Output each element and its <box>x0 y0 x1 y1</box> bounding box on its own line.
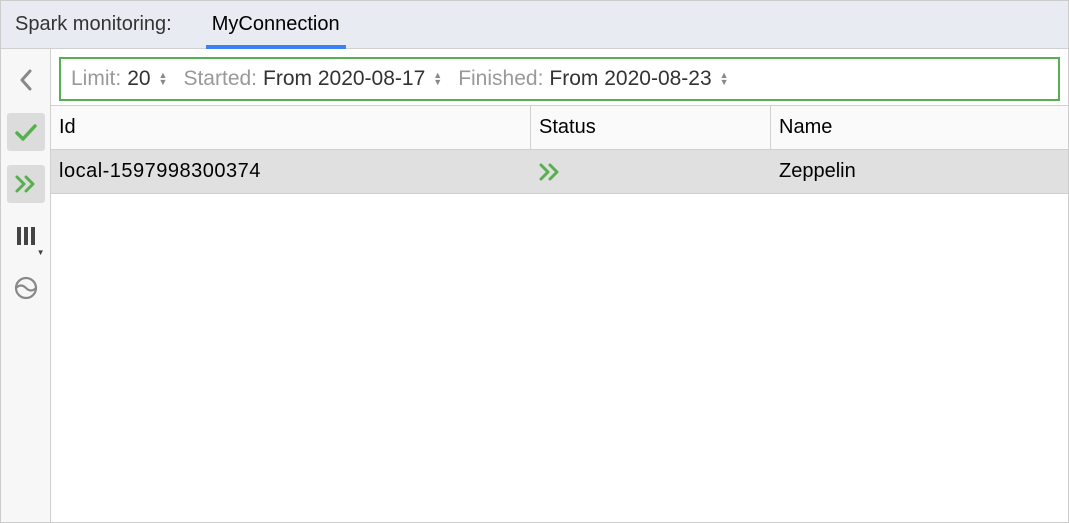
main-area: ▼ Limit: 20 ▲▼ Started: From 2020-08-17 … <box>1 49 1068 522</box>
columns-button[interactable]: ▼ <box>7 217 45 255</box>
chevron-left-icon <box>19 69 33 91</box>
check-button[interactable] <box>7 113 45 151</box>
running-icon <box>539 163 561 181</box>
finished-stepper[interactable]: ▲▼ <box>720 72 729 86</box>
started-stepper[interactable]: ▲▼ <box>433 72 442 86</box>
check-icon <box>14 122 38 142</box>
limit-label: Limit: <box>71 67 121 91</box>
globe-button[interactable] <box>7 269 45 307</box>
row-status <box>531 150 771 193</box>
row-name: Zeppelin <box>771 150 1068 193</box>
double-arrow-right-icon <box>15 175 37 193</box>
header-bar: Spark monitoring: MyConnection <box>1 1 1068 49</box>
finished-label: Finished: <box>458 67 543 91</box>
limit-stepper[interactable]: ▲▼ <box>159 72 168 86</box>
header-name[interactable]: Name <box>771 106 1068 149</box>
started-value: From 2020-08-17 <box>263 67 425 91</box>
panel-title: Spark monitoring: <box>15 13 172 36</box>
started-label: Started: <box>183 67 257 91</box>
header-id[interactable]: Id <box>51 106 531 149</box>
finished-value: From 2020-08-23 <box>549 67 711 91</box>
header-status[interactable]: Status <box>531 106 771 149</box>
table-header: Id Status Name <box>51 105 1068 150</box>
tab-connection[interactable]: MyConnection <box>202 1 350 48</box>
back-button[interactable] <box>7 61 45 99</box>
left-toolbar: ▼ <box>1 49 51 522</box>
dropdown-arrow-icon: ▼ <box>37 248 45 257</box>
tab-label: MyConnection <box>212 13 340 36</box>
row-id: local-1597998300374 <box>51 150 531 193</box>
columns-icon <box>15 225 37 247</box>
globe-icon <box>14 276 38 300</box>
limit-value: 20 <box>127 67 150 91</box>
content-area: Limit: 20 ▲▼ Started: From 2020-08-17 ▲▼… <box>51 49 1068 522</box>
running-button[interactable] <box>7 165 45 203</box>
table-row[interactable]: local-1597998300374 Zeppelin <box>51 150 1068 194</box>
filter-bar[interactable]: Limit: 20 ▲▼ Started: From 2020-08-17 ▲▼… <box>59 57 1060 101</box>
